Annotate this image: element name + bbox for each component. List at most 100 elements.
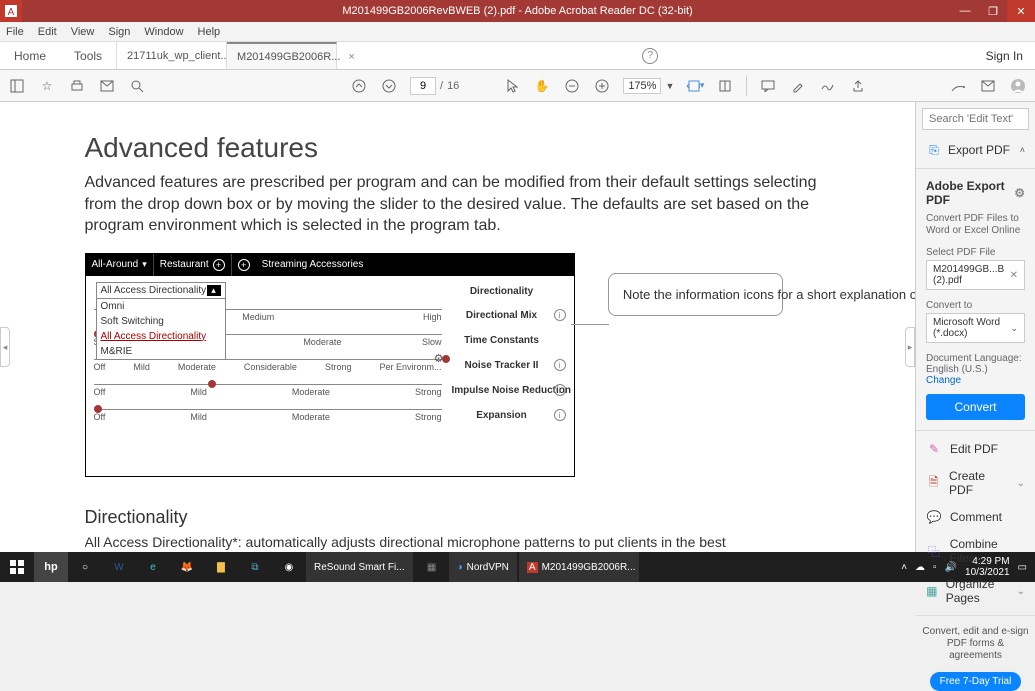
zoom-select[interactable]: 175%▼ bbox=[623, 78, 674, 94]
embed-dropdown: All Access Directionality▴ Omni Soft Swi… bbox=[96, 282, 226, 360]
task-nordvpn[interactable]: ◑NordVPN bbox=[449, 552, 517, 582]
tray-up-icon[interactable]: ˄ bbox=[901, 562, 907, 573]
pointer-icon[interactable] bbox=[503, 77, 521, 95]
slider-label: Time Constants bbox=[452, 335, 552, 346]
info-icon: i bbox=[554, 359, 566, 371]
start-button[interactable] bbox=[0, 552, 34, 582]
promo-text: Convert, edit and e-sign PDF forms & agr… bbox=[916, 620, 1035, 668]
menu-help[interactable]: Help bbox=[198, 26, 221, 38]
profile-icon[interactable] bbox=[1009, 77, 1027, 95]
tool-comment[interactable]: 💬Comment bbox=[916, 503, 1035, 531]
tray-network-icon[interactable]: ▫ bbox=[933, 562, 937, 573]
signin-link[interactable]: Sign In bbox=[974, 49, 1035, 63]
print-icon[interactable] bbox=[68, 77, 86, 95]
embed-tab-streaming: Streaming Accessories bbox=[256, 259, 574, 270]
page-input[interactable] bbox=[410, 77, 436, 95]
close-tab-icon[interactable]: × bbox=[348, 51, 354, 63]
doc-tab-1[interactable]: 21711uk_wp_client... bbox=[117, 42, 227, 69]
tabs-row: Home Tools 21711uk_wp_client... M201499G… bbox=[0, 42, 1035, 70]
slider-row: OffMildModerateStrongExpansioni bbox=[86, 405, 574, 430]
help-icon[interactable]: ? bbox=[642, 48, 658, 64]
taskbar: hp ○ W e 🦊 ▇ ⧉ ◉ ReSound Smart Fi... ▦ ◑… bbox=[0, 552, 1035, 582]
menu-window[interactable]: Window bbox=[144, 26, 183, 38]
tb-calc[interactable]: ▦ bbox=[415, 552, 449, 582]
fit-width-icon[interactable]: ▾ bbox=[686, 77, 704, 95]
right-panel: ⎘Export PDF ˄ Adobe Export PDF⚙ Convert … bbox=[915, 102, 1035, 552]
page-indicator: / 16 bbox=[410, 77, 459, 95]
info-icon: i bbox=[554, 384, 566, 396]
toolbar: ☆ / 16 ✋ 175%▼ ▾ bbox=[0, 70, 1035, 102]
tray-notifications-icon[interactable]: ▭ bbox=[1018, 562, 1027, 573]
star-icon[interactable]: ☆ bbox=[38, 77, 56, 95]
organize-icon: ▦ bbox=[926, 583, 938, 599]
file-select[interactable]: M201499GB...B (2).pdf✕ bbox=[926, 260, 1025, 290]
document-page: Advanced features Advanced features are … bbox=[43, 102, 873, 552]
embed-tab-restaurant: Restaurant+ bbox=[154, 254, 232, 276]
comment-tool-icon: 💬 bbox=[926, 509, 942, 525]
embed-tab-allaround: All-Around ▾ bbox=[86, 254, 154, 276]
tb-explorer[interactable]: ▇ bbox=[204, 552, 238, 582]
embedded-screenshot: All-Around ▾ Restaurant+ + Streaming Acc… bbox=[85, 253, 575, 477]
tray-clock[interactable]: 4:29 PM10/3/2021 bbox=[965, 556, 1010, 578]
sign-icon[interactable] bbox=[819, 77, 837, 95]
mail-icon[interactable] bbox=[98, 77, 116, 95]
slider-row: OffMildModerateStrongImpulse Noise Reduc… bbox=[86, 380, 574, 405]
tray-cloud-icon[interactable]: ☁ bbox=[915, 562, 925, 573]
menu-view[interactable]: View bbox=[71, 26, 95, 38]
tb-chrome[interactable]: ◉ bbox=[272, 552, 306, 582]
tab-home[interactable]: Home bbox=[0, 42, 60, 69]
window-title: M201499GB2006RevBWEB (2).pdf - Adobe Acr… bbox=[342, 5, 692, 17]
convert-button[interactable]: Convert bbox=[926, 394, 1025, 420]
note-box: Note the information icons for a short e… bbox=[608, 273, 783, 317]
export-sub: Convert PDF Files to Word or Excel Onlin… bbox=[916, 213, 1035, 243]
page-down-icon[interactable] bbox=[380, 77, 398, 95]
slider-handle bbox=[94, 405, 102, 413]
task-acrobat[interactable]: AM201499GB2006R... bbox=[519, 552, 639, 582]
hand-icon[interactable]: ✋ bbox=[533, 77, 551, 95]
tray-volume-icon[interactable]: 🔊 bbox=[945, 562, 957, 573]
edit-pdf-icon: ✎ bbox=[926, 441, 942, 457]
convert-to-select[interactable]: Microsoft Word (*.docx)⌄ bbox=[926, 313, 1025, 343]
tb-store[interactable]: ⧉ bbox=[238, 552, 272, 582]
zoom-out-icon[interactable] bbox=[563, 77, 581, 95]
highlight-icon[interactable] bbox=[789, 77, 807, 95]
svg-text:A: A bbox=[8, 7, 15, 17]
tb-word[interactable]: W bbox=[102, 552, 136, 582]
info-icon: i bbox=[554, 409, 566, 421]
share-icon[interactable] bbox=[849, 77, 867, 95]
change-lang-link[interactable]: Change bbox=[926, 375, 961, 386]
edit-tools-icon[interactable] bbox=[949, 77, 967, 95]
menu-edit[interactable]: Edit bbox=[38, 26, 57, 38]
tb-edge[interactable]: e bbox=[136, 552, 170, 582]
free-trial-button[interactable]: Free 7-Day Trial bbox=[930, 672, 1022, 691]
mail2-icon[interactable] bbox=[979, 77, 997, 95]
right-panel-handle[interactable]: ▸ bbox=[905, 327, 915, 367]
tb-cortana[interactable]: ○ bbox=[68, 552, 102, 582]
menu-file[interactable]: File bbox=[6, 26, 24, 38]
tool-edit-pdf[interactable]: ✎Edit PDF bbox=[916, 435, 1035, 463]
tab-tools[interactable]: Tools bbox=[60, 42, 116, 69]
tools-search-input[interactable] bbox=[922, 108, 1029, 130]
zoom-in-icon[interactable] bbox=[593, 77, 611, 95]
minimize-button[interactable]: — bbox=[951, 0, 979, 22]
sidebar-toggle-icon[interactable] bbox=[8, 77, 26, 95]
left-panel-handle[interactable]: ◂ bbox=[0, 327, 10, 367]
tb-firefox[interactable]: 🦊 bbox=[170, 552, 204, 582]
export-head: Adobe Export PDF bbox=[926, 179, 1014, 207]
comment-icon[interactable] bbox=[759, 77, 777, 95]
search-icon[interactable] bbox=[128, 77, 146, 95]
tb-hp[interactable]: hp bbox=[34, 552, 68, 582]
page-up-icon[interactable] bbox=[350, 77, 368, 95]
tool-create-pdf[interactable]: 🗎Create PDF⌄ bbox=[916, 463, 1035, 503]
slider-label: Expansion bbox=[452, 410, 552, 421]
menu-sign[interactable]: Sign bbox=[108, 26, 130, 38]
embed-tab-add: + bbox=[232, 254, 256, 276]
window-titlebar: A M201499GB2006RevBWEB (2).pdf - Adobe A… bbox=[0, 0, 1035, 22]
settings-icon[interactable]: ⚙ bbox=[1014, 186, 1025, 200]
read-mode-icon[interactable] bbox=[716, 77, 734, 95]
task-resound[interactable]: ReSound Smart Fi... bbox=[306, 552, 413, 582]
export-pdf-section[interactable]: ⎘Export PDF ˄ bbox=[916, 136, 1035, 164]
close-button[interactable]: ✕ bbox=[1007, 0, 1035, 22]
maximize-button[interactable]: ❐ bbox=[979, 0, 1007, 22]
doc-tab-2[interactable]: M201499GB2006R...× bbox=[227, 42, 337, 69]
